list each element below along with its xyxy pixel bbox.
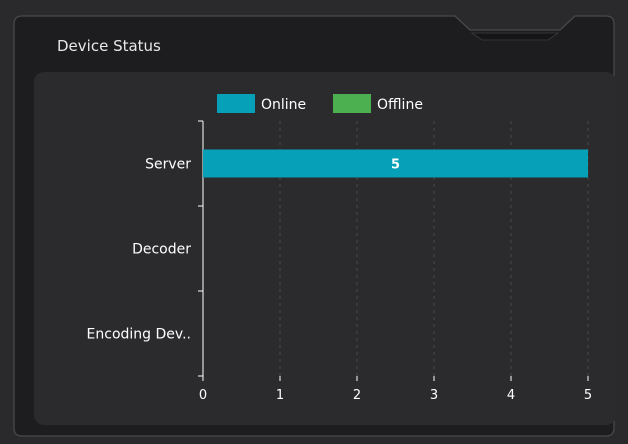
legend-swatch-online bbox=[217, 94, 255, 113]
x-tick-label: 4 bbox=[507, 388, 515, 403]
device-status-chart: 0 1 2 3 4 5 Server 5 Decoder Encoding Dev.. Online… bbox=[13, 15, 616, 437]
panel-notch-accent bbox=[470, 32, 560, 41]
legend-label-online: Online bbox=[261, 97, 306, 113]
legend-swatch-offline bbox=[333, 94, 371, 113]
x-tick-label: 2 bbox=[353, 388, 361, 403]
x-tick-label: 5 bbox=[584, 388, 592, 403]
x-tick-label: 3 bbox=[430, 388, 438, 403]
category-label: Encoding Dev.. bbox=[87, 327, 191, 343]
chart-area bbox=[34, 72, 616, 425]
device-status-panel: 0 1 2 3 4 5 Server 5 Decoder Encoding Dev.. Online… bbox=[0, 0, 628, 444]
panel-title: Device Status bbox=[57, 37, 161, 55]
x-tick-label: 0 bbox=[199, 388, 207, 403]
legend-label-offline: Offline bbox=[377, 97, 423, 113]
x-tick-label: 1 bbox=[276, 388, 284, 403]
bar-data-label: 5 bbox=[391, 158, 400, 173]
category-label: Decoder bbox=[132, 242, 191, 258]
category-label: Server bbox=[145, 157, 191, 173]
